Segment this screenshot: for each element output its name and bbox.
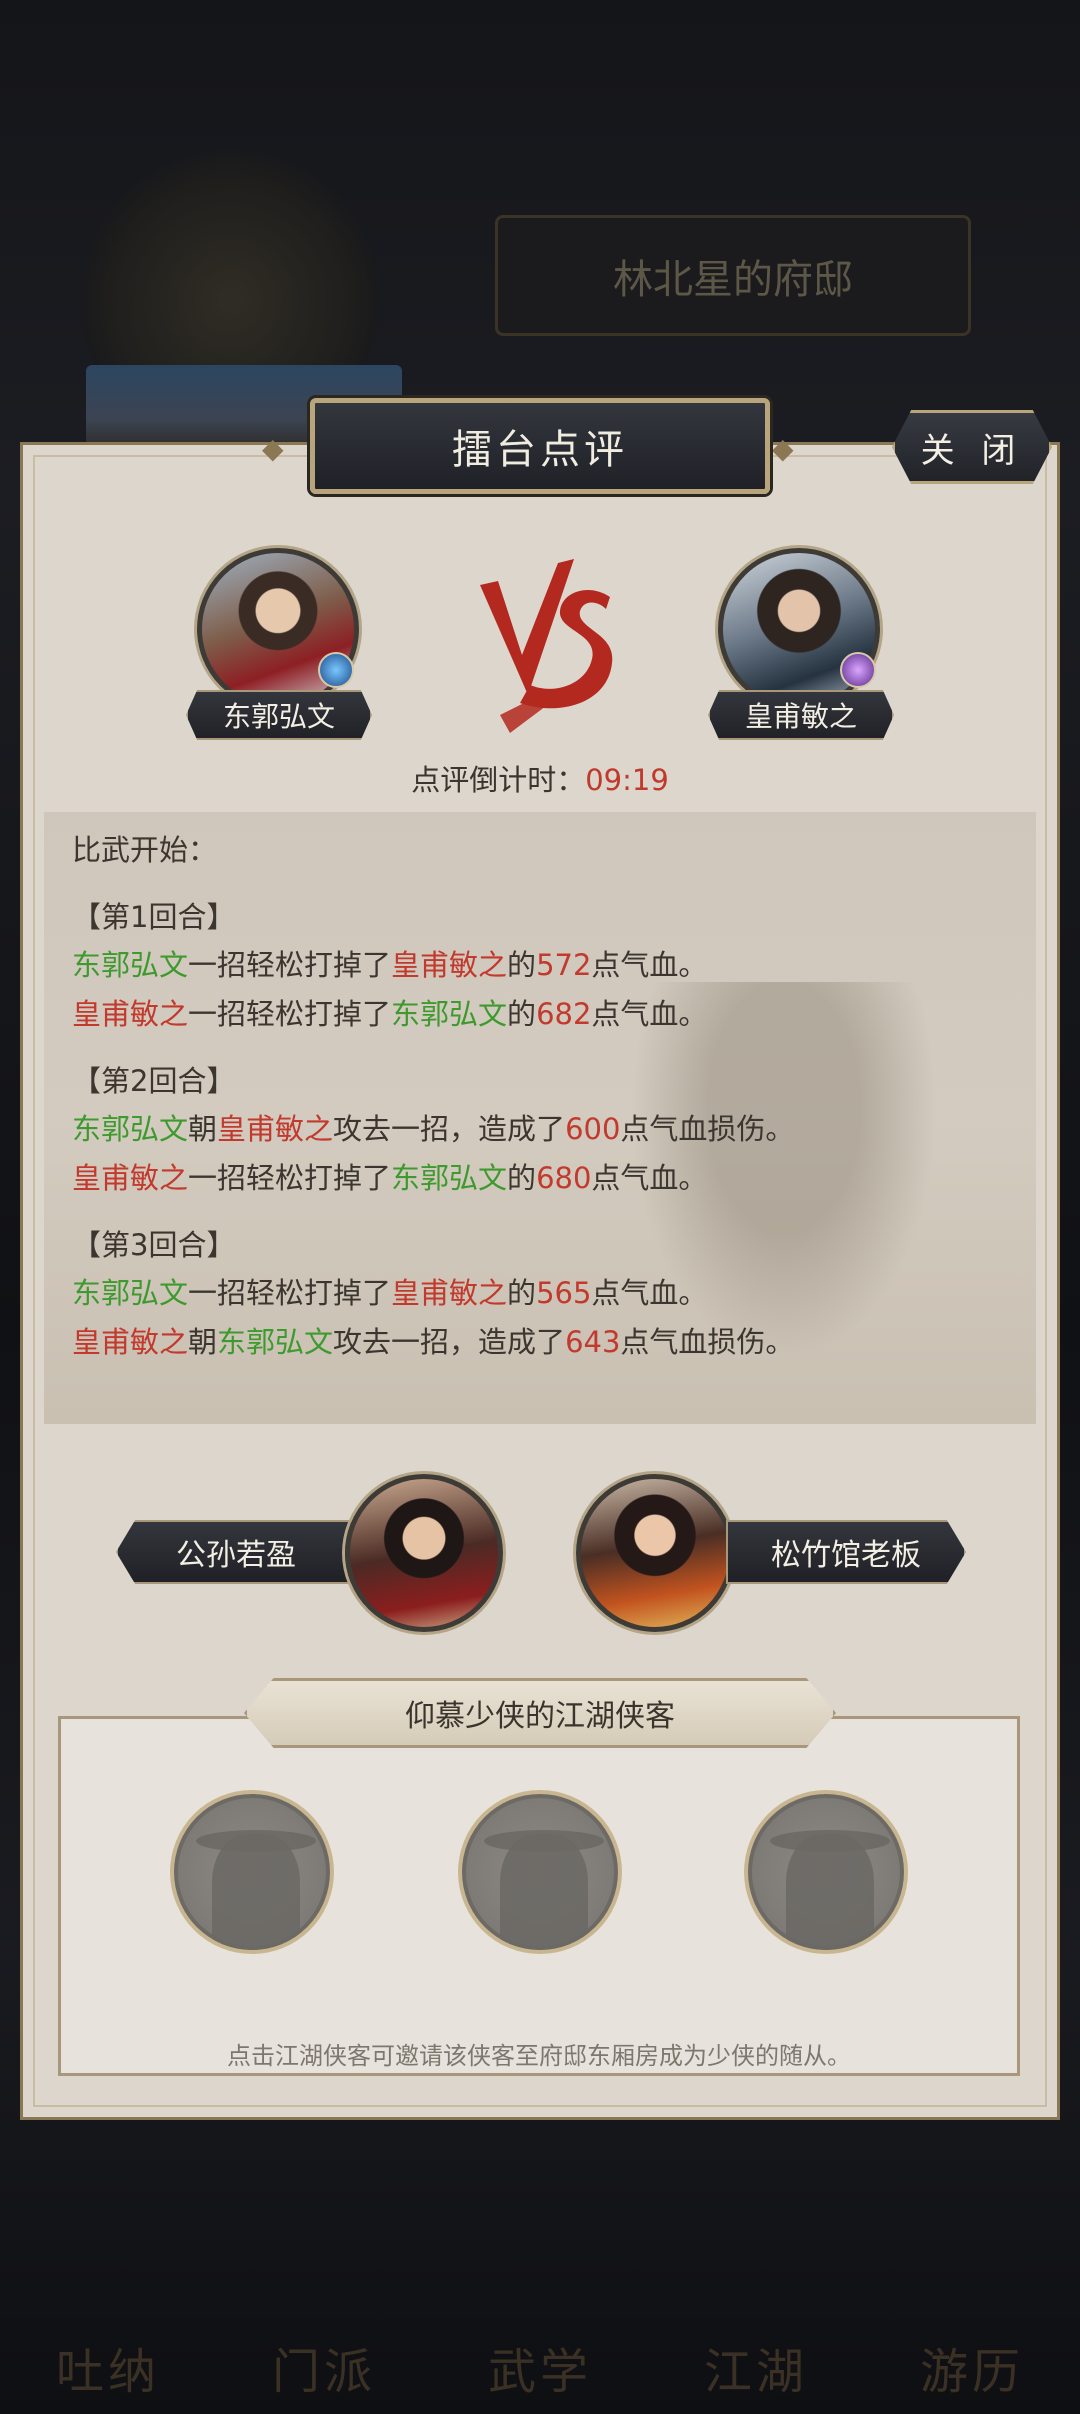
follower-slot-2[interactable] <box>458 1790 622 1954</box>
round-header: 【第1回合】 <box>72 900 236 934</box>
followers-title: 仰慕少侠的江湖侠客 <box>244 1678 836 1748</box>
battle-start-text: 比武开始： <box>72 833 218 867</box>
title-ornament-right: ◆ <box>772 432 794 465</box>
dialog-title: 擂台点评 <box>310 398 770 494</box>
battle-log-line: 东郭弘文朝皇甫敏之攻去一招，造成了600点气血损伤。 <box>72 1112 795 1146</box>
nav-item-wuxue: 武学 <box>487 2344 592 2400</box>
guest-a-avatar[interactable] <box>345 1474 503 1632</box>
battle-log[interactable]: 比武开始： 【第1回合】 东郭弘文一招轻松打掉了皇甫敏之的572点气血。 皇甫敏… <box>44 812 1036 1424</box>
fighter-a-sect-badge-icon <box>318 652 354 688</box>
nav-item-jianghu: 江湖 <box>703 2344 808 2400</box>
guest-b-name: 松竹馆老板 <box>726 1520 966 1584</box>
battle-log-line: 皇甫敏之一招轻松打掉了东郭弘文的680点气血。 <box>72 1161 708 1195</box>
nav-item-youli: 游历 <box>919 2344 1024 2400</box>
guest-b-avatar[interactable] <box>576 1474 734 1632</box>
followers-hint: 点击江湖侠客可邀请该侠客至府邸东厢房成为少侠的随从。 <box>227 2042 851 2070</box>
fighter-a-name: 东郭弘文 <box>186 690 372 740</box>
follower-slot-3[interactable] <box>744 1790 908 1954</box>
fighter-b-sect-badge-icon <box>840 652 876 688</box>
nav-item-tuna: 吐纳 <box>55 2344 160 2400</box>
countdown-time: 09:19 <box>585 763 669 797</box>
battle-log-line: 东郭弘文一招轻松打掉了皇甫敏之的572点气血。 <box>72 948 708 982</box>
follower-slot-1[interactable] <box>170 1790 334 1954</box>
close-button[interactable]: 关 闭 <box>892 410 1052 484</box>
background-nav: 吐纳 门派 武学 江湖 游历 <box>0 2230 1080 2414</box>
vs-emblem-icon <box>480 559 613 733</box>
guest-a-name: 公孙若盈 <box>116 1520 356 1584</box>
battle-log-lines: 比武开始： 【第1回合】 东郭弘文一招轻松打掉了皇甫敏之的572点气血。 皇甫敏… <box>72 826 794 1367</box>
battle-log-line: 皇甫敏之朝东郭弘文攻去一招，造成了643点气血损伤。 <box>72 1325 795 1359</box>
round-header: 【第2回合】 <box>72 1064 236 1098</box>
background-title: 林北星的府邸 <box>495 215 971 336</box>
nav-item-menpai: 门派 <box>271 2344 376 2400</box>
review-countdown: 点评倒计时：09:19 <box>0 757 1080 799</box>
countdown-label: 点评倒计时： <box>411 763 586 797</box>
battle-log-line: 皇甫敏之一招轻松打掉了东郭弘文的682点气血。 <box>72 997 708 1031</box>
fighter-b-name: 皇甫敏之 <box>708 690 894 740</box>
battle-log-line: 东郭弘文一招轻松打掉了皇甫敏之的565点气血。 <box>72 1276 708 1310</box>
round-header: 【第3回合】 <box>72 1228 236 1262</box>
